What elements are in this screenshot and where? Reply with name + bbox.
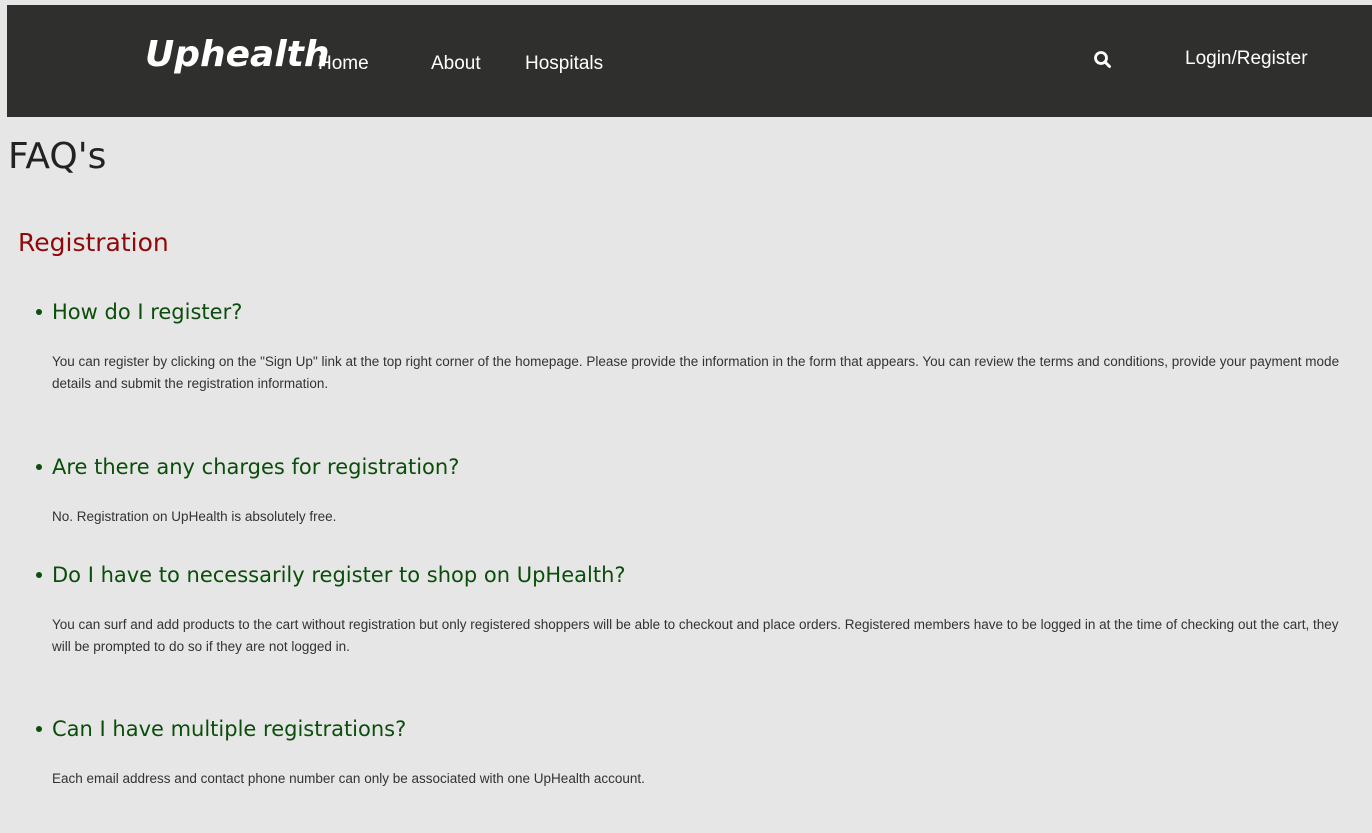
faq-question-text: Do I have to necessarily register to sho… [52, 563, 626, 587]
faq-item: Can I have multiple registrations? Each … [36, 714, 1356, 790]
faq-item: How do I register? You can register by c… [36, 297, 1356, 395]
faq-answer: You can surf and add products to the car… [52, 617, 1339, 654]
faq-question-text: How do I register? [52, 300, 243, 324]
bullet-icon [36, 464, 42, 470]
faq-question-text: Are there any charges for registration? [52, 455, 460, 479]
top-navbar: Uphealth Home About Hospitals Login/Regi… [7, 5, 1372, 117]
faq-answer: No. Registration on UpHealth is absolute… [52, 509, 337, 524]
faq-item: Are there any charges for registration? … [36, 452, 1356, 528]
bullet-icon [36, 726, 42, 732]
nav-link-home[interactable]: Home [318, 52, 369, 76]
faq-answer: You can register by clicking on the "Sig… [52, 354, 1340, 391]
faq-question: Do I have to necessarily register to sho… [36, 560, 1356, 590]
nav-link-hospitals[interactable]: Hospitals [525, 52, 603, 76]
faq-question: Are there any charges for registration? [36, 452, 1356, 482]
faq-question-text: Can I have multiple registrations? [52, 717, 407, 741]
login-register-link[interactable]: Login/Register [1185, 47, 1308, 71]
faq-question: How do I register? [36, 297, 1356, 327]
bullet-icon [36, 572, 42, 578]
faq-answer: Each email address and contact phone num… [52, 771, 645, 786]
page-title: FAQ's [8, 136, 107, 177]
search-button[interactable] [1089, 46, 1117, 74]
brand-logo[interactable]: Uphealth [145, 33, 330, 77]
section-title-registration: Registration [18, 228, 169, 257]
bullet-icon [36, 309, 42, 315]
search-icon [1094, 51, 1111, 68]
nav-link-about[interactable]: About [431, 52, 481, 76]
faq-question: Can I have multiple registrations? [36, 714, 1356, 744]
faq-item: Do I have to necessarily register to sho… [36, 560, 1356, 658]
